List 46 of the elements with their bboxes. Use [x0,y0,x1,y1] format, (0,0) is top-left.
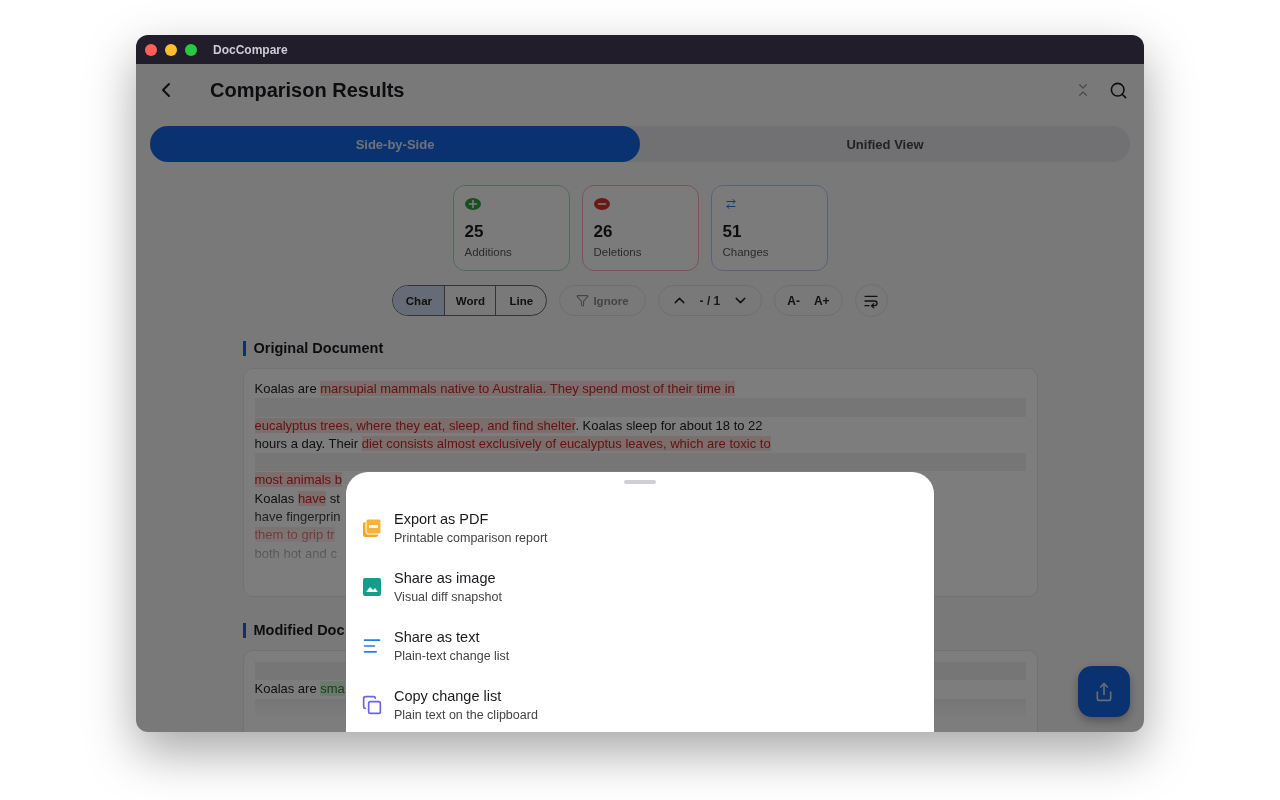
share-button[interactable] [1078,666,1130,717]
pdf-icon [362,517,382,538]
window-title: DocCompare [213,42,288,57]
copy-icon [362,694,382,715]
stat-value: 26 [593,222,614,242]
increase-font-button[interactable]: A+ [807,289,836,312]
minimize-icon[interactable] [165,43,177,56]
stat-label: Changes [722,246,770,258]
view-tab[interactable]: Unified View [640,126,1130,162]
stat-value: 25 [464,222,485,242]
option-title: Export as PDF [394,510,490,527]
granularity-option[interactable]: Line [495,286,547,315]
option-title: Copy change list [394,687,503,704]
option-subtitle: Plain-text change list [394,648,510,663]
close-icon[interactable] [145,43,157,56]
share-icon [1094,681,1114,702]
drag-handle[interactable] [624,480,656,484]
image-icon [362,576,382,597]
document-line: eucalyptus trees, where they eat, sleep, and find shelter. Koalas sleep for about 18 to 22 [254,416,763,435]
document-line: Koalas have st [254,489,340,508]
position-text: - / 1 [698,293,722,308]
zoom-icon[interactable] [185,43,197,56]
document-line: Koalas are marsupial mammals native to Australia. They spend most of their time in [254,380,735,398]
document-line: Koalas are sma [254,680,345,699]
share-option[interactable]: Export as PDF Printable comparison report [346,498,934,557]
search-icon [1109,80,1128,100]
granularity-option[interactable]: Char [393,286,445,315]
granularity-option[interactable]: Word [444,286,496,315]
stat-label: Additions [464,246,513,258]
plus-icon [464,198,481,210]
stat-value: 51 [722,222,743,242]
view-tab[interactable]: Side-by-Side [150,126,640,162]
filter-icon [576,294,590,307]
document-line: have fingerprin [254,508,341,527]
decrease-font-button[interactable]: A- [781,289,806,312]
option-subtitle: Visual diff snapshot [394,589,502,604]
section-title: Original Document [242,341,1038,356]
share-option[interactable]: Share as image Visual diff snapshot [346,557,934,616]
option-subtitle: Plain text on the clipboard [394,707,538,722]
page-title: Comparison Results [210,78,406,102]
option-subtitle: Printable comparison report [394,530,548,545]
option-title: Share as image [394,569,497,586]
document-line: hours a day. Their diet consists almost exclusively of eucalyptus leaves, which are toxic to [254,434,771,453]
minus-icon [593,198,610,210]
stat-label: Deletions [593,246,643,258]
share-option[interactable]: Copy change list Plain text on the clipboard [346,675,934,732]
